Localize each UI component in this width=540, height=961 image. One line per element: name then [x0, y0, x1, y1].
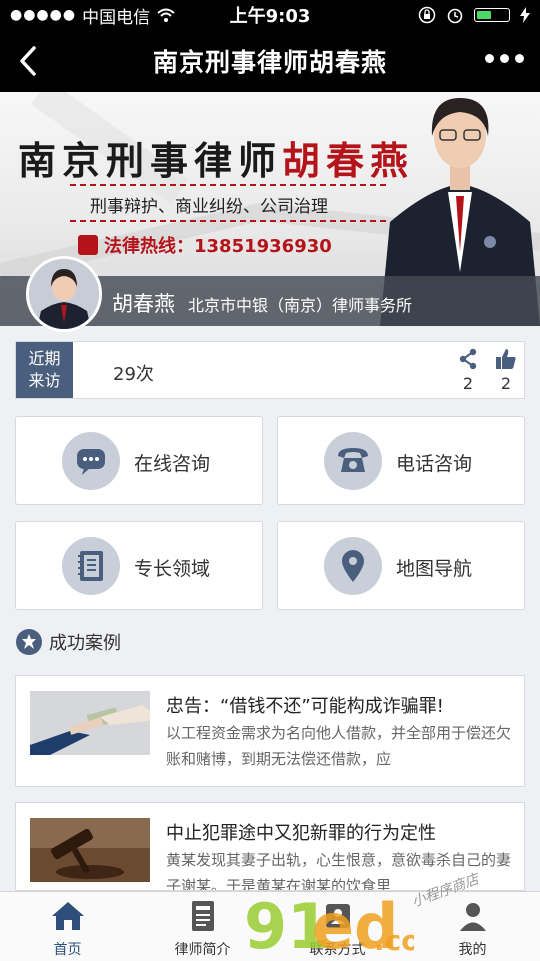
nav-bar: 南京刑事律师胡春燕 [0, 30, 540, 92]
banner-hotline: 法律热线：13851936930 [78, 232, 332, 258]
banner-heading: 南京刑事律师胡春燕 [18, 138, 415, 183]
tab-bar: 首页 律师简介 联系方式 我的 [0, 891, 540, 961]
case-thumbnail [30, 818, 150, 882]
back-icon[interactable] [14, 44, 42, 78]
recent-visits-label: 近期 来访 [16, 342, 73, 398]
tab-contact[interactable]: 联系方式 [270, 892, 405, 961]
law-firm: 北京市中银（南京）律师事务所 [188, 296, 413, 315]
contact-icon [325, 904, 350, 928]
share-count: 2 [462, 374, 474, 393]
divider [70, 220, 386, 222]
phone-icon [324, 432, 382, 490]
phone-icon [78, 235, 98, 255]
case-thumbnail [30, 691, 150, 755]
like-button[interactable]: 2 [491, 348, 521, 393]
phone-consult-button[interactable]: 电话咨询 [277, 416, 525, 505]
share-icon [459, 348, 477, 370]
thumbs-up-icon [496, 349, 516, 369]
alarm-icon [447, 8, 463, 24]
lock-rotation-icon [418, 6, 436, 24]
avatar-image [29, 259, 99, 329]
section-title: 成功案例 [49, 633, 121, 654]
online-consult-button[interactable]: 在线咨询 [15, 416, 263, 505]
map-navigation-button[interactable]: 地图导航 [277, 521, 525, 610]
tile-label: 电话咨询 [396, 453, 473, 475]
expertise-button[interactable]: 专长领域 [15, 521, 263, 610]
success-cases-header: 成功案例 [15, 628, 121, 656]
badge-icon [16, 629, 42, 655]
case-item[interactable]: 忠告：“借钱不还”可能构成诈骗罪! 以工程资金需求为名向他人借款，并全部用于偿还… [15, 675, 525, 787]
tile-label: 在线咨询 [134, 453, 211, 475]
status-bar: ●●●●● 中国电信 上午9:03 [0, 0, 540, 30]
page-title: 南京刑事律师胡春燕 [152, 48, 387, 77]
home-icon [51, 902, 84, 930]
tile-label: 专长领域 [134, 558, 211, 580]
visit-count: 29次 [113, 364, 154, 385]
notebook-icon [62, 537, 120, 595]
more-icon[interactable] [485, 54, 524, 63]
divider [70, 184, 386, 186]
like-count: 2 [500, 374, 512, 393]
case-description: 以工程资金需求为名向他人借款，并全部用于偿还欠账和赌博，到期无法偿还借款，应 [166, 724, 512, 768]
tab-lawyer-profile[interactable]: 律师简介 [135, 892, 270, 961]
avatar[interactable] [26, 256, 102, 332]
share-button[interactable]: 2 [453, 348, 483, 393]
location-pin-icon [324, 537, 382, 595]
tile-label: 地图导航 [396, 558, 473, 580]
profile-doc-icon [191, 901, 214, 931]
charging-icon [520, 7, 530, 23]
tab-home[interactable]: 首页 [0, 892, 135, 961]
chat-icon [62, 432, 120, 490]
user-icon [459, 903, 486, 931]
case-title: 中止犯罪途中又犯新罪的行为定性 [166, 823, 436, 844]
battery-icon [474, 8, 510, 22]
recent-visits-card: 近期 来访 29次 2 2 [15, 341, 525, 399]
case-title: 忠告：“借钱不还”可能构成诈骗罪! [166, 696, 444, 717]
lawyer-name: 胡春燕 [112, 292, 175, 316]
banner-subtitle: 刑事辩护、商业纠纷、公司治理 [90, 197, 328, 217]
